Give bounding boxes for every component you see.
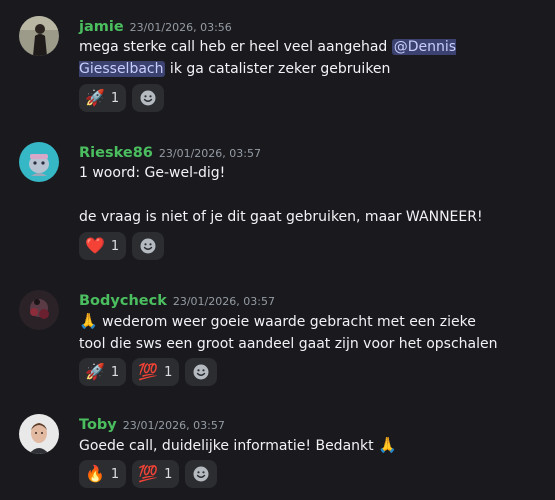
reaction-bar: 🚀 1 [79,84,165,112]
author-name[interactable]: Bodycheck [79,293,167,309]
avatar[interactable] [19,142,59,182]
rocket-emoji: 🚀 [85,362,105,381]
add-reaction-button[interactable] [185,358,218,386]
reaction-rocket[interactable]: 🚀 1 [79,358,127,386]
reaction-hundred[interactable]: 💯 1 [132,460,180,488]
reaction-fire[interactable]: 🔥 1 [79,460,127,488]
reaction-bar: 🚀 1 💯 1 [79,358,218,386]
reaction-count: 1 [164,364,173,380]
hundred-emoji: 💯 [138,464,159,483]
author-name[interactable]: Toby [79,417,117,433]
author-name[interactable]: jamie [79,19,124,35]
timestamp: 23/01/2026, 03:57 [172,295,275,308]
message-content: mega sterke call heb er heel veel aangeh… [79,39,457,77]
hundred-emoji: 💯 [138,362,159,381]
avatar[interactable] [19,414,59,454]
fire-emoji: 🔥 [85,464,105,483]
rocket-emoji: 🚀 [85,88,105,107]
message-content: Goede call, duidelijke informatie! Bedan… [79,436,397,454]
timestamp: 23/01/2026, 03:57 [122,419,225,432]
timestamp: 23/01/2026, 03:56 [129,21,232,34]
heart-emoji: ❤️ [85,236,105,255]
avatar[interactable] [19,16,59,56]
add-reaction-button[interactable] [132,84,165,112]
reaction-count: 1 [110,238,120,254]
reaction-count: 1 [110,466,120,482]
smiley-icon [193,364,209,380]
pray-emoji: 🙏 [79,312,98,330]
timestamp: 23/01/2026, 03:57 [158,147,261,160]
reaction-hundred[interactable]: 💯 1 [132,358,180,386]
add-reaction-button[interactable] [185,460,218,488]
smiley-icon [140,90,156,106]
reaction-bar: ❤️ 1 [79,232,165,260]
add-reaction-button[interactable] [132,232,165,260]
reaction-count: 1 [110,364,120,380]
author-name[interactable]: Rieske86 [79,145,153,161]
reaction-rocket[interactable]: 🚀 1 [79,84,127,112]
reaction-heart[interactable]: ❤️ 1 [79,232,127,260]
reaction-count: 1 [164,466,173,482]
smiley-icon [140,238,156,254]
smiley-icon [193,466,209,482]
avatar[interactable] [19,290,59,330]
message-content: 🙏 wederom weer goeie waarde gebracht met… [79,312,498,352]
pray-emoji: 🙏 [378,436,397,454]
reaction-bar: 🔥 1 💯 1 [79,460,218,488]
message-content: 1 woord: Ge-wel-dig! de vraag is niet of… [79,165,483,225]
reaction-count: 1 [110,90,120,106]
